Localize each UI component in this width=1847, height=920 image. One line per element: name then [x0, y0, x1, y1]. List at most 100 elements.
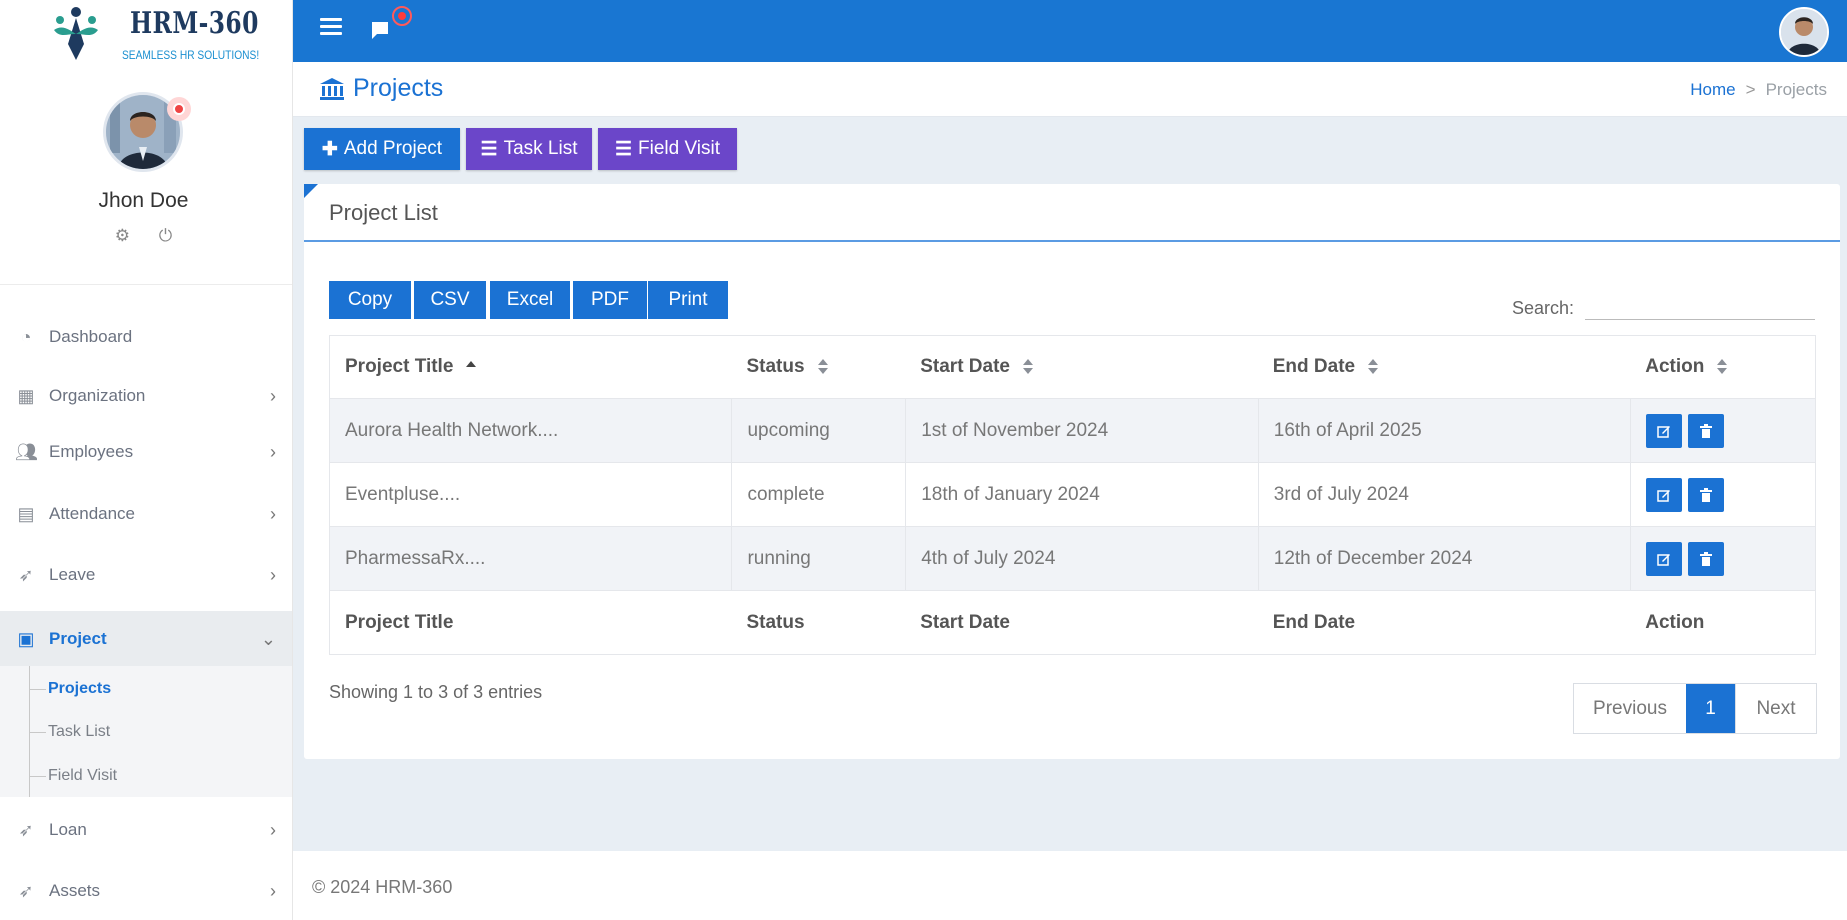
- plus-icon: ✚: [321, 138, 338, 160]
- topbar: [293, 0, 1847, 62]
- cell-end-date: 16th of April 2025: [1257, 399, 1631, 462]
- sidebar-item-employees[interactable]: 👥︎ Employees ›: [0, 422, 292, 482]
- csv-button[interactable]: CSV: [414, 281, 486, 319]
- copy-button[interactable]: Copy: [329, 281, 411, 319]
- task-list-label: Task List: [503, 138, 578, 159]
- page-title-text: Projects: [353, 74, 444, 102]
- submenu-item-task-list[interactable]: Task List: [30, 712, 110, 752]
- project-submenu: Projects Task List Field Visit: [0, 666, 292, 797]
- rocket-icon: ➶: [18, 819, 34, 840]
- sidebar-item-organization[interactable]: ▦ Organization ›: [0, 366, 292, 426]
- column-header-start-date[interactable]: Start Date: [905, 336, 1258, 398]
- breadcrumb-separator: >: [1745, 80, 1756, 99]
- profile-actions: ⚙ ⏻: [0, 226, 287, 246]
- search-label: Search:: [1512, 298, 1575, 318]
- briefcase-icon: ▣: [17, 628, 35, 649]
- sidebar-item-label: Employees: [49, 442, 134, 461]
- edit-icon: [1657, 553, 1671, 566]
- edit-button[interactable]: [1646, 477, 1683, 512]
- sidebar-item-label: Loan: [49, 820, 87, 839]
- cell-end-date: 12th of December 2024: [1257, 527, 1631, 590]
- edit-button[interactable]: [1646, 541, 1683, 576]
- cell-status: complete: [731, 463, 905, 526]
- footer: © 2024 HRM-360: [293, 851, 1847, 920]
- footer-column-project-title: Project Title: [345, 611, 454, 633]
- submenu-item-projects[interactable]: Projects: [30, 669, 111, 709]
- edit-icon: [1657, 425, 1671, 438]
- divider: [0, 284, 292, 285]
- sidebar-item-project[interactable]: ▣ Project ⌄: [0, 611, 292, 667]
- sidebar-item-loan[interactable]: ➶ Loan ›: [0, 800, 292, 860]
- logo-icon: [54, 7, 98, 60]
- gear-icon[interactable]: ⚙: [115, 226, 130, 246]
- page-1-button[interactable]: 1: [1686, 684, 1735, 733]
- column-header-label: End Date: [1272, 356, 1356, 377]
- user-avatar[interactable]: [1779, 7, 1829, 57]
- trash-icon: [1700, 423, 1713, 438]
- submenu-item-field-visit[interactable]: Field Visit: [30, 756, 117, 796]
- chevron-right-icon: ›: [270, 385, 276, 406]
- cell-project-title: Aurora Health Network....: [345, 419, 559, 441]
- card-title: Project List: [329, 200, 438, 225]
- project-table: Project Title Status Start Date End Date…: [329, 335, 1816, 655]
- sort-icon: [817, 358, 829, 376]
- copyright-text: © 2024 HRM-360: [312, 877, 453, 897]
- column-header-end-date[interactable]: End Date: [1258, 336, 1631, 398]
- logo[interactable]: HRM-360 SEAMLESS HR SOLUTIONS!: [46, 2, 259, 66]
- breadcrumb-current: Projects: [1765, 80, 1827, 99]
- add-project-button[interactable]: ✚ Add Project: [304, 128, 460, 170]
- notification-indicator: [392, 6, 412, 26]
- sidebar-item-label: Attendance: [49, 504, 136, 523]
- chevron-right-icon: ›: [270, 441, 276, 462]
- column-header-label: Status: [746, 356, 805, 377]
- delete-button[interactable]: [1688, 477, 1725, 512]
- breadcrumb: Home > Projects: [1690, 80, 1827, 100]
- cell-start-date: 18th of January 2024: [905, 463, 1258, 526]
- cell-start-date: 1st of November 2024: [905, 399, 1258, 462]
- pdf-button[interactable]: PDF: [573, 281, 647, 319]
- footer-column-end-date: End Date: [1272, 611, 1356, 633]
- column-header-action[interactable]: Action: [1630, 336, 1815, 398]
- sidebar-item-assets[interactable]: ➶ Assets ›: [0, 861, 292, 920]
- print-button[interactable]: Print: [648, 281, 728, 319]
- card-divider: [304, 240, 1840, 242]
- chevron-right-icon: ›: [270, 819, 276, 840]
- breadcrumb-home[interactable]: Home: [1690, 80, 1735, 100]
- footer-column-start-date: Start Date: [920, 611, 1010, 633]
- chevron-right-icon: ›: [270, 503, 276, 524]
- gauge-icon: ◔: [20, 326, 32, 347]
- sidebar-item-dashboard[interactable]: ◔ Dashboard: [0, 307, 292, 367]
- hamburger-menu-icon[interactable]: [320, 18, 342, 40]
- sidebar-item-attendance[interactable]: ▤ Attendance ›: [0, 484, 292, 544]
- sidebar-item-leave[interactable]: ➶ Leave ›: [0, 545, 292, 605]
- next-page-button[interactable]: Next: [1735, 684, 1816, 733]
- delete-button[interactable]: [1688, 413, 1725, 448]
- logo-title: HRM-360: [130, 6, 259, 41]
- profile-name: Jhon Doe: [98, 189, 189, 212]
- chat-icon[interactable]: [370, 20, 390, 40]
- previous-page-button[interactable]: Previous: [1574, 684, 1686, 733]
- search-input[interactable]: [1585, 286, 1815, 320]
- column-header-label: Project Title: [345, 356, 454, 377]
- cell-project-title: Eventpluse....: [345, 483, 461, 505]
- sidebar-item-label: Organization: [49, 386, 146, 405]
- status-indicator: [167, 97, 191, 121]
- excel-button[interactable]: Excel: [490, 281, 570, 319]
- sidebar: HRM-360 SEAMLESS HR SOLUTIONS! Jhon Doe …: [0, 0, 293, 920]
- cell-project-title: PharmessaRx....: [345, 547, 486, 569]
- edit-button[interactable]: [1646, 413, 1683, 448]
- avatar-image: [1781, 9, 1827, 55]
- task-list-button[interactable]: ☰ Task List: [466, 128, 592, 170]
- cell-status: upcoming: [731, 399, 905, 462]
- field-visit-label: Field Visit: [638, 138, 721, 159]
- page-title: Projects: [319, 74, 443, 103]
- table-row: Eventpluse.... complete 18th of January …: [330, 462, 1815, 526]
- sidebar-item-label: Assets: [49, 881, 101, 900]
- logo-tagline: SEAMLESS HR SOLUTIONS!: [122, 48, 260, 62]
- delete-button[interactable]: [1688, 541, 1725, 576]
- power-icon[interactable]: ⏻: [159, 226, 172, 246]
- chevron-right-icon: ›: [270, 564, 276, 585]
- column-header-status[interactable]: Status: [731, 336, 905, 398]
- field-visit-button[interactable]: ☰ Field Visit: [598, 128, 737, 170]
- column-header-project-title[interactable]: Project Title: [330, 336, 731, 398]
